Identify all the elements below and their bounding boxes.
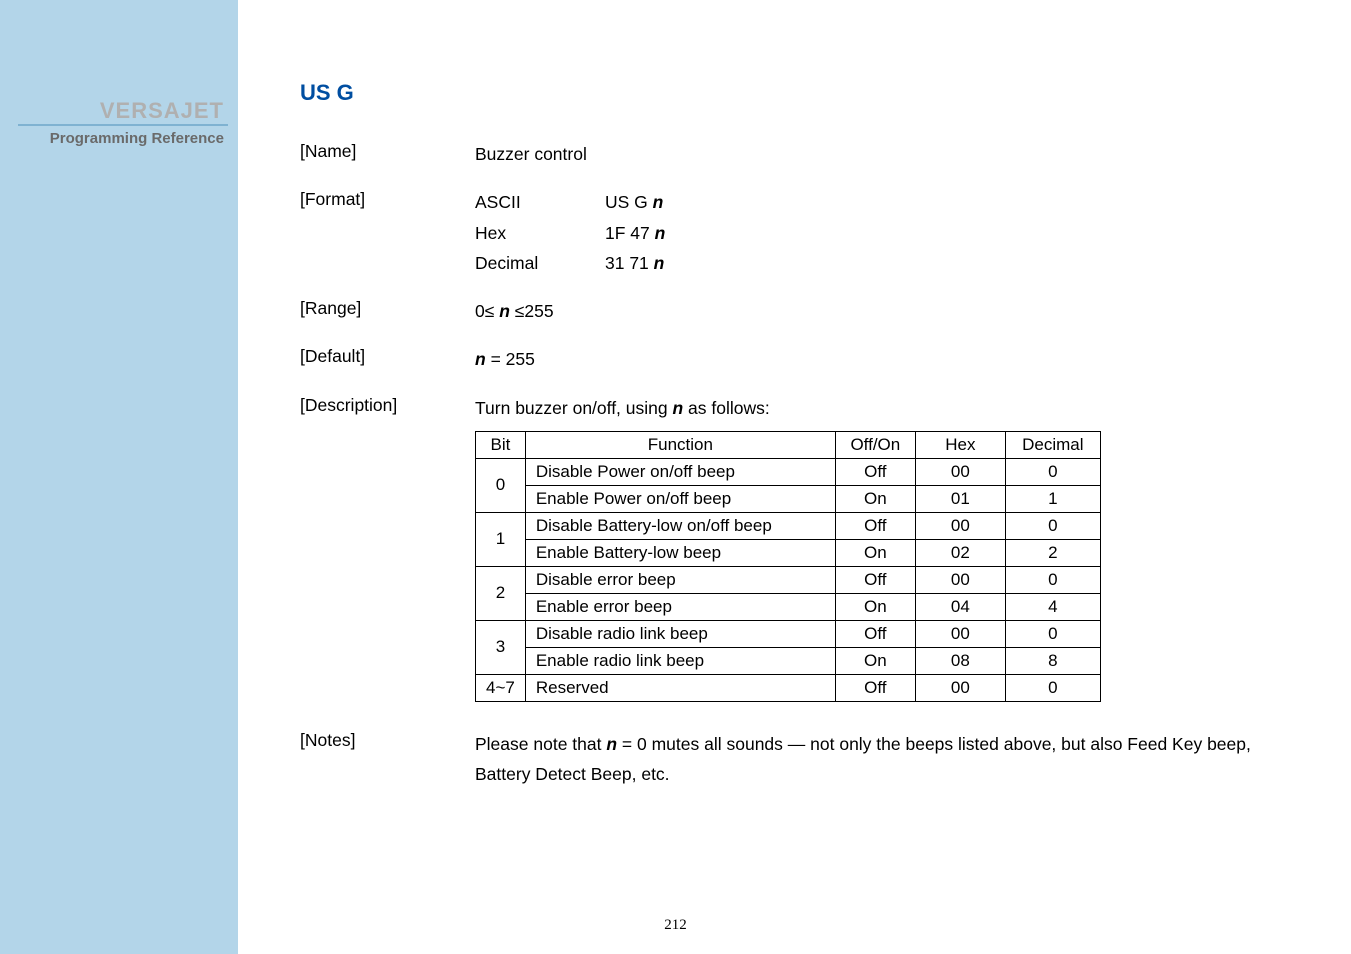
description-value: Turn buzzer on/off, using n as follows: [475, 395, 1291, 421]
cell-offon: On [835, 647, 915, 674]
cell-hex: 02 [915, 539, 1005, 566]
cell-func: Reserved [525, 674, 835, 701]
cell-hex: 01 [915, 485, 1005, 512]
th-function: Function [525, 431, 835, 458]
table-row: 3 Disable radio link beep Off 00 0 [476, 620, 1101, 647]
cell-offon: On [835, 593, 915, 620]
default-value: n = 255 [475, 346, 1291, 372]
format-hex-value: 1F 47 n [605, 220, 1291, 246]
cell-func: Disable radio link beep [525, 620, 835, 647]
cell-bit: 1 [476, 512, 526, 566]
command-title: US G [300, 80, 1291, 106]
table-row: Enable radio link beep On 08 8 [476, 647, 1101, 674]
table-row: 1 Disable Battery-low on/off beep Off 00… [476, 512, 1101, 539]
cell-func: Disable Power on/off beep [525, 458, 835, 485]
product-title: VERSAJET [100, 98, 224, 124]
cell-dec: 0 [1005, 458, 1100, 485]
cell-hex: 00 [915, 566, 1005, 593]
table-row: 4~7 Reserved Off 00 0 [476, 674, 1101, 701]
cell-dec: 0 [1005, 512, 1100, 539]
main-content: US G [Name] Buzzer control [Format] ASCI… [300, 80, 1291, 811]
th-bit: Bit [476, 431, 526, 458]
format-dec-label: Decimal [475, 250, 605, 276]
table-row: 0 Disable Power on/off beep Off 00 0 [476, 458, 1101, 485]
name-value: Buzzer control [475, 141, 1291, 167]
cell-bit: 2 [476, 566, 526, 620]
cell-dec: 1 [1005, 485, 1100, 512]
sidebar: VERSAJET Programming Reference [0, 0, 238, 954]
cell-offon: Off [835, 620, 915, 647]
description-row: [Description] Turn buzzer on/off, using … [300, 395, 1291, 421]
cell-hex: 00 [915, 674, 1005, 701]
cell-func: Enable Power on/off beep [525, 485, 835, 512]
th-dec: Decimal [1005, 431, 1100, 458]
range-row: [Range] 0≤ n ≤255 [300, 298, 1291, 324]
format-hex-label: Hex [475, 220, 605, 246]
description-label: [Description] [300, 395, 475, 421]
cell-hex: 00 [915, 620, 1005, 647]
cell-func: Enable radio link beep [525, 647, 835, 674]
cell-offon: On [835, 485, 915, 512]
cell-offon: Off [835, 512, 915, 539]
cell-func: Disable error beep [525, 566, 835, 593]
cell-dec: 8 [1005, 647, 1100, 674]
cell-offon: Off [835, 458, 915, 485]
cell-bit: 3 [476, 620, 526, 674]
cell-dec: 0 [1005, 674, 1100, 701]
bits-table: Bit Function Off/On Hex Decimal 0 Disabl… [475, 431, 1101, 702]
cell-dec: 4 [1005, 593, 1100, 620]
cell-func: Enable Battery-low beep [525, 539, 835, 566]
cell-offon: Off [835, 566, 915, 593]
notes-label: [Notes] [300, 730, 475, 790]
cell-hex: 04 [915, 593, 1005, 620]
cell-hex: 00 [915, 458, 1005, 485]
cell-bit: 0 [476, 458, 526, 512]
format-dec-value: 31 71 n [605, 250, 1291, 276]
table-row: Enable Power on/off beep On 01 1 [476, 485, 1101, 512]
notes-value: Please note that n = 0 mutes all sounds … [475, 730, 1291, 790]
cell-dec: 0 [1005, 620, 1100, 647]
format-ascii-value: US G n [605, 189, 1291, 215]
range-value: 0≤ n ≤255 [475, 298, 1291, 324]
page-number: 212 [664, 917, 687, 934]
format-ascii-label: ASCII [475, 189, 605, 215]
cell-func: Disable Battery-low on/off beep [525, 512, 835, 539]
cell-bit: 4~7 [476, 674, 526, 701]
cell-dec: 0 [1005, 566, 1100, 593]
cell-hex: 08 [915, 647, 1005, 674]
cell-dec: 2 [1005, 539, 1100, 566]
default-row: [Default] n = 255 [300, 346, 1291, 372]
cell-offon: Off [835, 674, 915, 701]
table-row: Enable error beep On 04 4 [476, 593, 1101, 620]
name-label: [Name] [300, 141, 475, 167]
sidebar-divider [18, 124, 228, 126]
cell-offon: On [835, 539, 915, 566]
th-hex: Hex [915, 431, 1005, 458]
table-row: 2 Disable error beep Off 00 0 [476, 566, 1101, 593]
th-offon: Off/On [835, 431, 915, 458]
range-label: [Range] [300, 298, 475, 324]
name-row: [Name] Buzzer control [300, 141, 1291, 167]
notes-row: [Notes] Please note that n = 0 mutes all… [300, 730, 1291, 790]
doc-subtitle: Programming Reference [50, 130, 224, 147]
default-label: [Default] [300, 346, 475, 372]
cell-hex: 00 [915, 512, 1005, 539]
format-label: [Format] [300, 189, 475, 276]
format-row: [Format] ASCII US G n Hex 1F 47 n Decima… [300, 189, 1291, 276]
cell-func: Enable error beep [525, 593, 835, 620]
table-row: Enable Battery-low beep On 02 2 [476, 539, 1101, 566]
